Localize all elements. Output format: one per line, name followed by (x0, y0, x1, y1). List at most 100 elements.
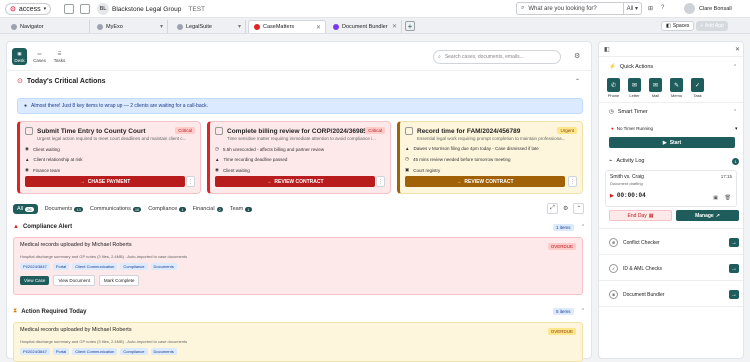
critical-title: Today's Critical Actions (26, 77, 106, 85)
tool-document-bundler[interactable]: ⊗ Document Bundler → (609, 288, 739, 301)
collapse-icon[interactable]: ⌃ (573, 203, 585, 214)
review-contract-button[interactable]: → REVIEW CONTRACT (215, 176, 375, 187)
filter-financial[interactable]: Financial 2 (193, 206, 223, 212)
desk-tab[interactable]: ▣ Desk (12, 48, 27, 65)
clock-icon: ◷ (215, 146, 219, 151)
end-day-button[interactable]: End Day ▦ (609, 210, 672, 221)
app-switcher[interactable]: ⊙ access ▾ (5, 3, 52, 15)
grid-icon[interactable]: ⊞ (648, 5, 653, 12)
sidebar-toggle-icon[interactable]: ◧ (604, 46, 610, 53)
filter-compliance[interactable]: Compliance 1 (148, 206, 186, 212)
close-icon[interactable]: ✕ (735, 46, 740, 53)
action-card: Complete billing review for CORP/2024/36… (207, 121, 391, 194)
more-icon[interactable]: ⋮ (376, 176, 385, 187)
timer-icon: ◷ (609, 109, 614, 115)
activity-count: 1 (732, 158, 739, 165)
group-title: Action Required Today (21, 308, 87, 315)
collapse-icon[interactable]: ⌃ (581, 224, 585, 230)
timer-status: No Timer Running (616, 126, 653, 131)
tab-myexo[interactable]: MyExo ▾ (92, 20, 168, 33)
quick-letter[interactable]: ✉ Letter (628, 78, 641, 98)
mark-complete-button[interactable]: Mark Complete (98, 275, 140, 286)
search-input[interactable]: What are you looking for? (528, 6, 596, 12)
manage-button[interactable]: Manage ↗ (676, 210, 739, 221)
warning-icon: ▲ (215, 157, 220, 162)
quick-memo[interactable]: ✎ Memo (670, 78, 683, 98)
main-panel: ▣ Desk ▭ Cases ☰ Tasks ⌕ Search cases, docum… (6, 41, 592, 362)
tab-navigator[interactable]: Navigator (6, 20, 90, 33)
more-icon[interactable]: ⋮ (568, 176, 577, 187)
new-tab-button[interactable]: + (405, 21, 415, 31)
spaces-button[interactable]: ◧ Spaces (661, 21, 695, 31)
settings-icon[interactable]: ⚙ (563, 205, 568, 212)
tab-legalsuite[interactable]: LegalSuite ▾ (172, 20, 246, 33)
legalsuite-icon (177, 23, 183, 30)
env-label: TEST (188, 5, 206, 13)
priority-badge: Critical (365, 127, 385, 134)
quick-task[interactable]: ✓ Task (691, 78, 704, 98)
global-search[interactable]: ⌕ What are you looking for? All ▾ (516, 2, 642, 15)
home-icon[interactable] (64, 4, 74, 14)
collapse-icon[interactable]: ⌃ (575, 78, 580, 85)
search-scope[interactable]: All ▾ (622, 3, 641, 14)
info-icon: ● (24, 103, 28, 109)
collapse-icon[interactable]: ⌃ (581, 308, 585, 314)
add-app-button[interactable]: + Add App (696, 21, 728, 31)
tool-conflict-checker[interactable]: ⊕ Conflict Checker → (609, 236, 739, 249)
collapse-icon[interactable]: ⌃ (733, 109, 737, 115)
filter-communications[interactable]: Communications 10 (90, 206, 142, 212)
checkbox-icon[interactable] (25, 127, 33, 135)
case-search-input[interactable]: Search cases, documents, emails... (445, 54, 524, 60)
activity-item[interactable]: Smith vs. Craig Document drafting 17:15 … (605, 170, 737, 207)
myexo-icon (97, 23, 103, 30)
folder-icon[interactable] (80, 4, 90, 14)
save-icon[interactable]: ▣ (713, 195, 718, 201)
status-dot-icon: ● (611, 126, 614, 131)
bolt-icon: ⚡ (609, 64, 616, 70)
expand-icon[interactable]: ⤢ (547, 203, 558, 214)
tasks-tab[interactable]: ☰ Tasks (52, 48, 67, 65)
start-timer-button[interactable]: ▶ Start (609, 137, 735, 148)
user-avatar[interactable] (684, 3, 695, 14)
list-item[interactable]: Medical records uploaded by Michael Robe… (13, 322, 583, 362)
arrow-right-icon: → (729, 264, 739, 273)
desk-icon: ▣ (17, 50, 22, 56)
checkbox-icon[interactable] (405, 127, 413, 135)
letter-icon: ✉ (631, 82, 638, 89)
arrow-right-icon: → (729, 290, 739, 299)
arrow-right-icon: → (729, 238, 739, 247)
help-icon[interactable]: ? (661, 5, 664, 11)
chevron-down-icon[interactable]: ▾ (735, 126, 738, 132)
cases-tab[interactable]: ▭ Cases (32, 48, 47, 65)
delete-icon[interactable]: 🗑 (725, 195, 731, 201)
conflict-icon: ⊕ (609, 238, 618, 247)
tab-document-bundler[interactable]: Document Bundler ✕ (328, 20, 402, 33)
more-icon[interactable]: ⋮ (186, 176, 195, 187)
info-banner: ● Almost there! Just 8 key items to wrap … (17, 98, 583, 114)
filter-bar: All 26 Documents 13 Communications 10 Compl… (13, 204, 252, 214)
chase-payment-button[interactable]: → CHASE PAYMENT (25, 176, 185, 187)
filter-documents[interactable]: Documents 13 (45, 206, 83, 212)
settings-icon[interactable]: ⚙ (574, 52, 580, 60)
tab-casematters[interactable]: CaseMatters ✕ (248, 20, 326, 33)
access-logo-icon: ⊙ (10, 6, 16, 13)
list-item[interactable]: Medical records uploaded by Michael Robe… (13, 237, 583, 295)
view-document-button[interactable]: View Document (53, 275, 95, 286)
review-contract-button[interactable]: → REVIEW CONTRACT (405, 176, 565, 187)
view-case-button[interactable]: View Case (20, 276, 50, 285)
checkbox-icon[interactable] (215, 127, 223, 135)
collapse-icon[interactable]: ⌃ (733, 64, 737, 70)
filter-all[interactable]: All 26 (13, 204, 38, 214)
filter-team[interactable]: Team 1 (230, 206, 252, 212)
search-icon: ⌕ (521, 5, 525, 11)
case-search[interactable]: ⌕ Search cases, documents, emails... (433, 50, 561, 64)
cases-icon: ▭ (37, 50, 42, 56)
play-icon[interactable]: ▶ (610, 193, 614, 199)
warning-icon: ▲ (405, 146, 410, 151)
quick-actions-title: Quick Actions (619, 64, 654, 70)
tool-id-aml[interactable]: ✓ ID & AML Checks → (609, 262, 739, 275)
quick-phone[interactable]: ✆ Phone (607, 78, 620, 98)
quick-mail[interactable]: ✉ Mail (649, 78, 662, 98)
user-name[interactable]: Clare Bonsall (699, 6, 732, 12)
bundle-icon: ⊗ (609, 290, 618, 299)
